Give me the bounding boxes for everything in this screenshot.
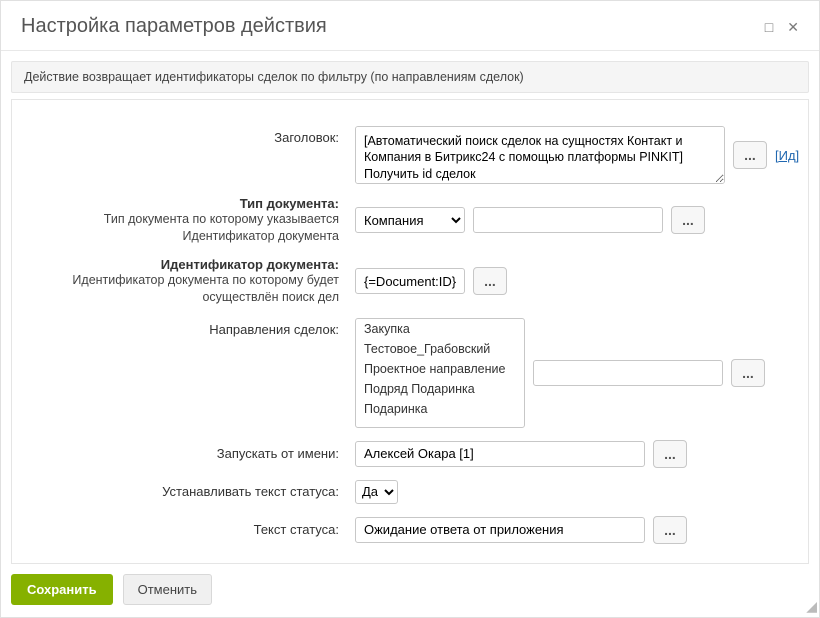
doc-type-select[interactable]: Компания <box>355 207 465 233</box>
dialog-header: Настройка параметров действия □ ✕ <box>1 1 819 51</box>
label-directions: Направления сделок: <box>12 312 347 434</box>
label-setstatus: Устанавливать текст статуса: <box>12 474 347 510</box>
status-text-picker-button[interactable]: ... <box>653 516 687 544</box>
status-text-input[interactable] <box>355 517 645 543</box>
window-controls: □ ✕ <box>765 20 799 34</box>
maximize-icon[interactable]: □ <box>765 20 773 34</box>
close-icon[interactable]: ✕ <box>787 20 799 34</box>
dialog-body: Действие возвращает идентификаторы сдело… <box>1 51 819 564</box>
doc-id-input[interactable] <box>355 268 465 294</box>
save-button[interactable]: Сохранить <box>11 574 113 605</box>
directions-listbox[interactable]: Закупка Тестовое_Грабовский Проектное на… <box>355 318 525 428</box>
run-as-picker-button[interactable]: ... <box>653 440 687 468</box>
label-docid: Идентификатор документа: Идентификатор д… <box>12 251 347 312</box>
list-item[interactable]: Закупка <box>356 319 524 339</box>
directions-picker-button[interactable]: ... <box>731 359 765 387</box>
form-table: Заголовок: ... [Ид] Тип документа: Тип д… <box>12 120 808 550</box>
label-statustext: Текст статуса: <box>12 510 347 550</box>
dialog-footer: Сохранить Отменить <box>1 564 819 617</box>
list-item[interactable]: Проектное направление <box>356 359 524 379</box>
dialog-title: Настройка параметров действия <box>21 15 327 38</box>
directions-extra-input[interactable] <box>533 360 723 386</box>
doc-id-picker-button[interactable]: ... <box>473 267 507 295</box>
run-as-input[interactable] <box>355 441 645 467</box>
label-title: Заголовок: <box>12 120 347 190</box>
doc-type-picker-button[interactable]: ... <box>671 206 705 234</box>
label-doctype: Тип документа: Тип документа по которому… <box>12 190 347 251</box>
dialog-window: Настройка параметров действия □ ✕ Действ… <box>0 0 820 618</box>
title-picker-button[interactable]: ... <box>733 141 767 169</box>
list-item[interactable]: Подаринка <box>356 399 524 419</box>
form-scroll-area[interactable]: Заголовок: ... [Ид] Тип документа: Тип д… <box>11 99 809 564</box>
label-runas: Запускать от имени: <box>12 434 347 474</box>
list-item[interactable]: Подряд Подаринка <box>356 379 524 399</box>
description-bar: Действие возвращает идентификаторы сдело… <box>11 61 809 93</box>
cancel-button[interactable]: Отменить <box>123 574 212 605</box>
resize-handle-icon[interactable]: ◢ <box>806 598 817 615</box>
title-input[interactable] <box>355 126 725 184</box>
set-status-select[interactable]: Да <box>355 480 398 504</box>
doc-type-extra-input[interactable] <box>473 207 663 233</box>
id-link[interactable]: [Ид] <box>775 148 799 163</box>
list-item[interactable]: Тестовое_Грабовский <box>356 339 524 359</box>
